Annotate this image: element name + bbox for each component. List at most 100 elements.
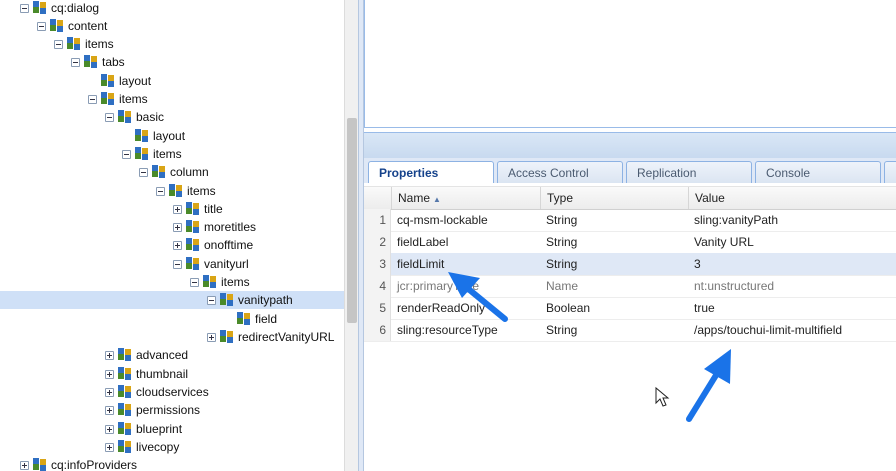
tree-node-label: blueprint bbox=[136, 422, 183, 436]
collapse-icon[interactable] bbox=[173, 259, 182, 269]
tree-node-items[interactable]: items bbox=[190, 273, 250, 291]
node-icon bbox=[185, 256, 201, 272]
tree-node-thumbnail[interactable]: thumbnail bbox=[105, 365, 188, 383]
collapse-icon[interactable] bbox=[156, 186, 165, 196]
property-type: Name bbox=[546, 279, 579, 293]
collapse-icon[interactable] bbox=[37, 21, 46, 31]
tree-node-onofftime[interactable]: onofftime bbox=[173, 236, 253, 254]
tree-node-layout[interactable]: layout bbox=[88, 72, 151, 90]
tab-access-control[interactable]: Access Control bbox=[497, 161, 623, 183]
tree-node-title[interactable]: title bbox=[173, 200, 223, 218]
expand-icon[interactable] bbox=[173, 222, 182, 232]
collapse-icon[interactable] bbox=[190, 277, 199, 287]
node-icon bbox=[66, 36, 82, 52]
tree-node-basic[interactable]: basic bbox=[105, 108, 164, 126]
row-number: 2 bbox=[364, 231, 391, 253]
tree-node-items[interactable]: items bbox=[88, 90, 148, 108]
node-icon bbox=[117, 421, 133, 437]
table-row[interactable]: 1 cq-msm-lockable String sling:vanityPath bbox=[364, 209, 896, 232]
expand-icon[interactable] bbox=[105, 387, 114, 397]
content-tree[interactable]: cq:dialog content items tabs layout items basi… bbox=[0, 0, 344, 471]
row-number: 6 bbox=[364, 319, 391, 341]
tree-node-tabs[interactable]: tabs bbox=[71, 53, 125, 71]
collapse-icon[interactable] bbox=[71, 57, 80, 67]
grid-header: Name ▲ Type Value bbox=[364, 186, 896, 210]
property-type: Boolean bbox=[546, 301, 591, 315]
tree-scrollbar-thumb[interactable] bbox=[347, 118, 357, 323]
row-number: 4 bbox=[364, 275, 391, 297]
node-icon bbox=[151, 164, 167, 180]
tree-node-label: items bbox=[221, 275, 250, 289]
tab-console[interactable]: Console bbox=[755, 161, 881, 183]
collapse-icon[interactable] bbox=[54, 39, 63, 49]
tree-node-vanityurl[interactable]: vanityurl bbox=[173, 255, 249, 273]
header-name[interactable]: Name ▲ bbox=[391, 187, 540, 209]
table-row[interactable]: 5 renderReadOnly Boolean true bbox=[364, 297, 896, 320]
property-type: String bbox=[546, 257, 578, 271]
property-value: nt:unstructured bbox=[694, 279, 775, 293]
tree-node-cq-infoproviders[interactable]: cq:infoProviders bbox=[20, 456, 137, 471]
tree-node-items[interactable]: items bbox=[122, 145, 182, 163]
property-name: fieldLimit bbox=[397, 257, 445, 271]
tree-node-advanced[interactable]: advanced bbox=[105, 346, 188, 364]
table-row[interactable]: 2 fieldLabel String Vanity URL bbox=[364, 231, 896, 254]
tree-node-items[interactable]: items bbox=[54, 35, 114, 53]
tree-node-label: tabs bbox=[102, 55, 125, 69]
tree-scrollbar[interactable] bbox=[344, 0, 359, 471]
table-row[interactable]: 6 sling:resourceType String/apps/touchui-l… bbox=[364, 319, 896, 342]
header-type[interactable]: Type bbox=[540, 187, 688, 209]
expand-icon[interactable] bbox=[105, 350, 114, 360]
node-icon bbox=[32, 0, 48, 16]
tree-node-moretitles[interactable]: moretitles bbox=[173, 218, 256, 236]
node-icon bbox=[32, 457, 48, 471]
property-value: true bbox=[694, 301, 715, 315]
sort-asc-icon: ▲ bbox=[433, 195, 441, 204]
node-icon bbox=[117, 347, 133, 363]
expand-icon[interactable] bbox=[20, 460, 29, 470]
tab-strip: Properties Access Control Replication Co… bbox=[364, 158, 896, 184]
collapse-icon[interactable] bbox=[122, 149, 131, 159]
tab-overflow[interactable] bbox=[884, 161, 896, 183]
property-value: /apps/touchui-limit-multifield bbox=[694, 323, 843, 337]
collapse-icon[interactable] bbox=[207, 295, 216, 305]
tree-node-content[interactable]: content bbox=[37, 17, 107, 35]
collapse-icon[interactable] bbox=[105, 112, 114, 122]
tree-node-label: redirectVanityURL bbox=[238, 330, 335, 344]
property-name: jcr:primaryType bbox=[397, 279, 480, 293]
expand-icon[interactable] bbox=[207, 332, 216, 342]
tree-node-label: thumbnail bbox=[136, 367, 189, 381]
collapse-icon[interactable] bbox=[20, 3, 29, 13]
header-value[interactable]: Value bbox=[688, 187, 896, 209]
expand-icon[interactable] bbox=[173, 204, 182, 214]
tree-node-label: field bbox=[255, 312, 278, 326]
node-icon bbox=[185, 219, 201, 235]
expand-icon[interactable] bbox=[105, 369, 114, 379]
expand-icon[interactable] bbox=[105, 442, 114, 452]
node-icon bbox=[117, 366, 133, 382]
tree-node-blueprint[interactable]: blueprint bbox=[105, 420, 182, 438]
node-icon bbox=[117, 109, 133, 125]
table-row[interactable]: 3 fieldLimit String 3 bbox=[364, 253, 896, 276]
table-row[interactable]: 4 jcr:primaryType Name nt:unstructured bbox=[364, 275, 896, 298]
node-icon bbox=[185, 237, 201, 253]
tab-properties[interactable]: Properties bbox=[368, 161, 494, 184]
tree-node-livecopy[interactable]: livecopy bbox=[105, 438, 179, 456]
tree-node-permissions[interactable]: permissions bbox=[105, 401, 200, 419]
tree-node-column[interactable]: column bbox=[139, 163, 209, 181]
tab-replication[interactable]: Replication bbox=[626, 161, 752, 183]
tree-node-vanitypath[interactable]: vanitypath bbox=[0, 291, 344, 309]
property-name: fieldLabel bbox=[397, 235, 449, 249]
expand-icon[interactable] bbox=[105, 405, 114, 415]
tree-node-redirectvanityurl[interactable]: redirectVanityURL bbox=[207, 328, 334, 346]
tree-node-cq-dialog[interactable]: cq:dialog bbox=[20, 0, 99, 17]
tree-node-label: title bbox=[204, 202, 223, 216]
expand-icon[interactable] bbox=[173, 240, 182, 250]
tree-node-field[interactable]: field bbox=[224, 310, 277, 328]
node-icon bbox=[219, 329, 235, 345]
collapse-icon[interactable] bbox=[88, 94, 97, 104]
tree-node-cloudservices[interactable]: cloudservices bbox=[105, 383, 209, 401]
expand-icon[interactable] bbox=[105, 424, 114, 434]
collapse-icon[interactable] bbox=[139, 167, 148, 177]
tree-node-layout[interactable]: layout bbox=[122, 127, 185, 145]
tree-node-items[interactable]: items bbox=[156, 182, 216, 200]
